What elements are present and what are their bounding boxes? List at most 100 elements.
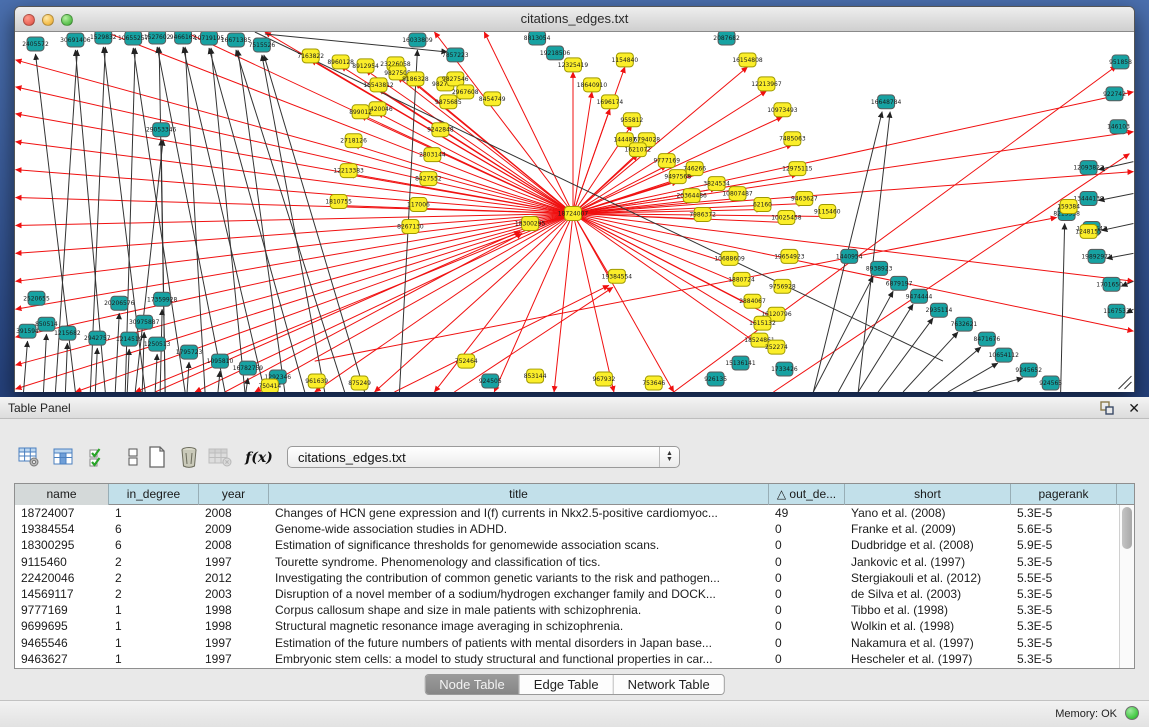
graph-node[interactable]: 955812	[620, 113, 643, 127]
graph-node[interactable]: 6879197	[886, 276, 913, 290]
table-row[interactable]: 1938455462009Genome-wide association stu…	[15, 521, 1134, 537]
graph-node[interactable]: 8960128	[327, 55, 354, 69]
table-selector-dropdown[interactable]: citations_edges.txt ▲▼	[287, 446, 680, 468]
graph-node[interactable]: 8938923	[866, 261, 893, 275]
close-panel-icon[interactable]: ✕	[1128, 399, 1140, 417]
graph-node[interactable]: 9466162	[170, 32, 197, 44]
graph-node[interactable]: 1733426	[771, 362, 798, 376]
graph-node[interactable]: 750414	[258, 379, 281, 392]
table-cell[interactable]: 2012	[199, 570, 269, 586]
column-header-in_degree[interactable]: in_degree	[109, 484, 199, 505]
table-cell[interactable]: 2008	[199, 537, 269, 553]
table-cell[interactable]: 5.9E-5	[1011, 537, 1117, 553]
table-settings-icon[interactable]	[16, 444, 42, 472]
table-cell[interactable]: 9699695	[15, 618, 109, 634]
graph-node[interactable]: 29053346	[146, 123, 177, 137]
graph-node[interactable]: 18640910	[577, 78, 608, 92]
table-cell[interactable]: 1	[109, 618, 199, 634]
row-height-icon[interactable]	[120, 444, 146, 472]
table-cell[interactable]: 9777169	[15, 602, 109, 618]
table-cell[interactable]: 1997	[199, 635, 269, 651]
graph-node[interactable]: 16648784	[871, 95, 902, 109]
table-cell[interactable]: 5.6E-5	[1011, 521, 1117, 537]
graph-node[interactable]: 16033809	[402, 33, 433, 47]
table-cell[interactable]: 18300295	[15, 537, 109, 553]
graph-node[interactable]: 17016504	[1096, 277, 1127, 291]
network-window-titlebar[interactable]: citations_edges.txt	[15, 7, 1134, 32]
table-row[interactable]: 1830029562008Estimation of significance …	[15, 537, 1134, 553]
table-row[interactable]: 1456911722003Disruption of a novel membe…	[15, 586, 1134, 602]
table-cell[interactable]: 2008	[199, 505, 269, 521]
graph-node[interactable]: 16543812	[363, 78, 394, 92]
graph-node[interactable]: 17359928	[147, 292, 178, 306]
table-cell[interactable]: 1	[109, 602, 199, 618]
graph-node[interactable]: 875249	[348, 376, 371, 390]
graph-node[interactable]: 1214519	[116, 332, 143, 346]
column-header-pagerank[interactable]: pagerank	[1011, 484, 1117, 505]
create-table-icon[interactable]	[144, 444, 170, 472]
graph-node[interactable]: 12093822	[1073, 161, 1104, 175]
table-scrollbar[interactable]	[1119, 505, 1134, 668]
table-cell[interactable]: Changes of HCN gene expression and I(f) …	[269, 505, 769, 521]
graph-node[interactable]: 926135	[704, 372, 727, 386]
table-cell[interactable]: 2	[109, 554, 199, 570]
table-cell[interactable]: 9115460	[15, 554, 109, 570]
graph-node[interactable]: 12325419	[558, 58, 589, 72]
table-cell[interactable]: 0	[769, 570, 845, 586]
table-row[interactable]: 1872400712008Changes of HCN gene express…	[15, 505, 1134, 521]
graph-node[interactable]: 1529832	[90, 32, 117, 44]
column-header-out_de[interactable]: △ out_de...	[769, 484, 845, 505]
graph-node[interactable]: 850514	[35, 317, 58, 331]
table-cell[interactable]: 1	[109, 635, 199, 651]
graph-node[interactable]: 2718126	[340, 134, 367, 148]
graph-node[interactable]: 8471676	[974, 332, 1001, 346]
table-scrollbar-thumb[interactable]	[1122, 507, 1132, 549]
table-cell[interactable]: 5.3E-5	[1011, 586, 1117, 602]
graph-node[interactable]: 16154808	[732, 53, 763, 67]
graph-node[interactable]: 62160	[753, 198, 772, 212]
graph-node[interactable]: 8267130	[397, 219, 424, 233]
table-cell[interactable]: 5.3E-5	[1011, 602, 1117, 618]
table-cell[interactable]: 0	[769, 537, 845, 553]
table-row[interactable]: 911546021997Tourette syndrome. Phenomeno…	[15, 554, 1134, 570]
table-cell[interactable]: Tourette syndrome. Phenomenology and cla…	[269, 554, 769, 570]
graph-node[interactable]: 7485063	[779, 132, 806, 146]
graph-node[interactable]: 1167533	[1103, 304, 1130, 318]
table-cell[interactable]: 1997	[199, 651, 269, 667]
table-cell[interactable]: Jankovic et al. (1997)	[845, 554, 1011, 570]
table-cell[interactable]: 5.3E-5	[1011, 505, 1117, 521]
table-cell[interactable]: Estimation of significance thresholds fo…	[269, 537, 769, 553]
table-cell[interactable]: Dudbridge et al. (2008)	[845, 537, 1011, 553]
graph-node[interactable]: 8454749	[479, 92, 506, 106]
graph-node[interactable]: 2884067	[739, 294, 766, 308]
table-cell[interactable]: 0	[769, 554, 845, 570]
column-header-short[interactable]: short	[845, 484, 1011, 505]
table-cell[interactable]: Investigating the contribution of common…	[269, 570, 769, 586]
graph-node[interactable]: 967932	[593, 372, 616, 386]
table-cell[interactable]: 0	[769, 651, 845, 667]
tab-network-table[interactable]: Network Table	[614, 675, 724, 694]
table-cell[interactable]: 49	[769, 505, 845, 521]
graph-node[interactable]: 7632621	[951, 317, 978, 331]
table-cell[interactable]: Hescheler et al. (1997)	[845, 651, 1011, 667]
graph-node[interactable]: 1880724	[728, 272, 755, 286]
column-header-name[interactable]: name	[15, 484, 109, 505]
graph-node[interactable]: 2087682	[713, 32, 740, 45]
graph-node[interactable]: 20206576	[104, 296, 135, 310]
graph-node[interactable]: 2405572	[22, 37, 49, 51]
table-cell[interactable]: Stergiakouli et al. (2012)	[845, 570, 1011, 586]
citation-network-graph[interactable]: 1872400718300295193845542405572306914061…	[15, 32, 1134, 392]
tab-node-table[interactable]: Node Table	[425, 675, 520, 694]
table-cell[interactable]: 2009	[199, 521, 269, 537]
graph-node[interactable]: 2942757	[84, 331, 111, 345]
table-cell[interactable]: Wolkin et al. (1998)	[845, 618, 1011, 634]
table-cell[interactable]: 6	[109, 521, 199, 537]
table-cell[interactable]: 1	[109, 651, 199, 667]
table-row[interactable]: 969969511998Structural magnetic resonanc…	[15, 618, 1134, 634]
table-cell[interactable]: 0	[769, 602, 845, 618]
select-rows-icon[interactable]	[86, 444, 112, 472]
table-cell[interactable]: Disruption of a novel member of a sodium…	[269, 586, 769, 602]
table-cell[interactable]: Tibbo et al. (1998)	[845, 602, 1011, 618]
graph-node[interactable]: 924505	[479, 374, 502, 388]
table-cell[interactable]: 22420046	[15, 570, 109, 586]
